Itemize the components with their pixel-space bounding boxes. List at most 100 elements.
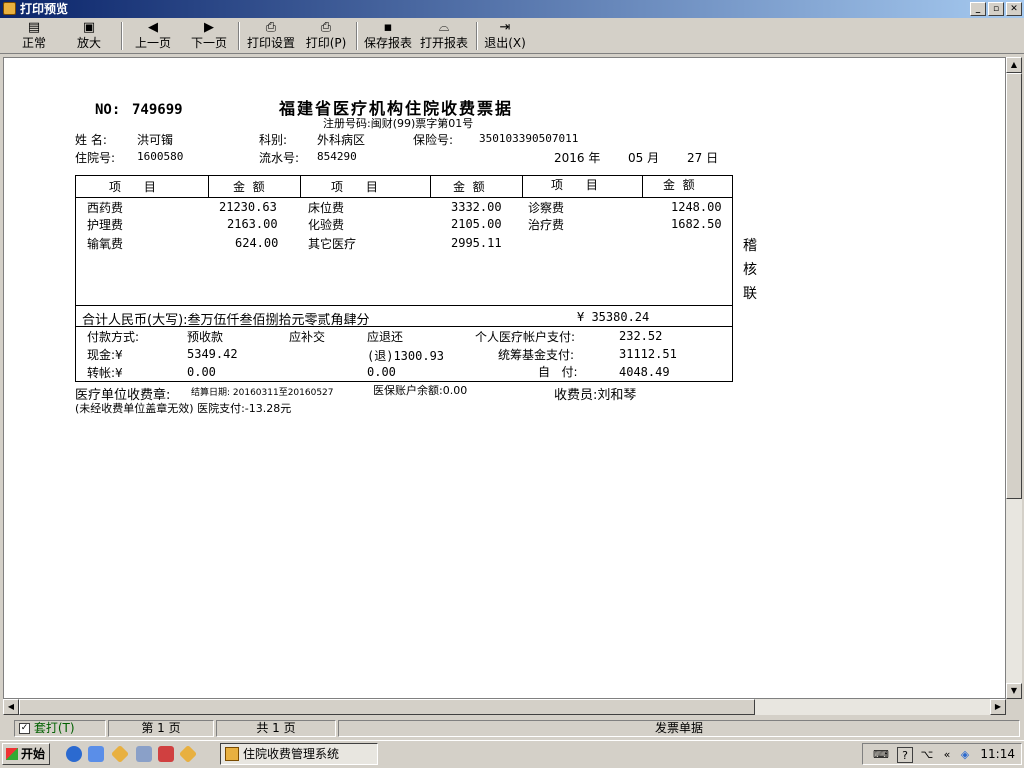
- scroll-down-icon[interactable]: ▼: [1006, 683, 1022, 699]
- status-page-count: 共 1 页: [216, 720, 336, 737]
- self-pay-label: 自 付:: [538, 365, 578, 379]
- receipt-page: NO: 749699 福建省医疗机构住院收费票据 注册号码:闽财(99)票字第0…: [4, 58, 1005, 698]
- fee-item-amount: 624.00: [235, 236, 279, 250]
- start-button[interactable]: 开始: [2, 743, 50, 765]
- table-line: [208, 176, 209, 197]
- print-preview-area: NO: 749699 福建省医疗机构住院收费票据 注册号码:闽财(99)票字第0…: [3, 57, 1006, 699]
- checkbox-checked-icon[interactable]: ✓: [19, 723, 30, 734]
- fee-item-amount: 1248.00: [671, 200, 722, 214]
- tray-expand-icon[interactable]: «: [939, 747, 955, 763]
- copy-label-char: 稽: [743, 238, 757, 254]
- scroll-left-icon[interactable]: ◀: [3, 699, 19, 715]
- network-icon[interactable]: ◈: [957, 747, 973, 763]
- fee-item-amount: 3332.00: [451, 200, 502, 214]
- window-title: 打印预览: [20, 2, 69, 16]
- fund-label: 统筹基金支付:: [498, 348, 575, 362]
- toolbar-separator: [356, 22, 358, 50]
- exit-button[interactable]: ⇥ 退出(X): [482, 20, 528, 52]
- serial-label: 流水号:: [259, 151, 300, 165]
- app-icon: [3, 2, 16, 15]
- cash-label: 现金:¥: [87, 348, 123, 362]
- floppy-disk-icon: ▪: [383, 20, 393, 35]
- status-bar: ✓ 套打(T) 第 1 页 共 1 页 发票单据: [0, 718, 1024, 738]
- taskbar: 开始 住院收费管理系统 ⌨ ? ⌥ « ◈ 11:14: [0, 740, 1024, 768]
- receipt-no: 749699: [132, 102, 183, 118]
- document-icon[interactable]: [136, 746, 152, 762]
- transfer-amount: 0.00: [187, 365, 216, 379]
- table-line: [76, 197, 732, 198]
- fee-item-amount: 2995.11: [451, 236, 502, 250]
- personal-account-label: 个人医疗帐户支付:: [475, 330, 576, 344]
- app-icon: [225, 747, 239, 761]
- patient-name: 洪可镯: [137, 133, 174, 147]
- outlook-icon[interactable]: [88, 746, 104, 762]
- table-line: [522, 176, 523, 197]
- status-page-number: 第 1 页: [108, 720, 214, 737]
- taskbar-item-billing-system[interactable]: 住院收费管理系统: [220, 743, 378, 765]
- fee-item-name: 床位费: [308, 201, 345, 215]
- payment-method-label: 付款方式:: [87, 330, 140, 344]
- clock: 11:14: [980, 747, 1015, 761]
- status-document-name: 发票单据: [338, 720, 1020, 737]
- registration-number: 注册号码:闽财(99)票字第01号: [323, 117, 474, 130]
- insurance-balance: 医保账户余额:0.00: [373, 384, 468, 397]
- arrow-right-icon: ▶: [204, 20, 214, 35]
- col-header-item: 项 目: [551, 178, 598, 192]
- refund-label: 应退还: [367, 330, 404, 344]
- scroll-right-icon[interactable]: ▶: [990, 699, 1006, 715]
- media-icon[interactable]: [158, 746, 174, 762]
- app-shortcut-icon[interactable]: [110, 744, 130, 764]
- cash-amount: 5349.42: [187, 347, 238, 361]
- scroll-up-icon[interactable]: ▲: [1006, 57, 1022, 73]
- prev-page-button[interactable]: ◀ 上一页: [130, 20, 176, 52]
- ie-icon[interactable]: [66, 746, 82, 762]
- fee-item-amount: 2163.00: [227, 217, 278, 231]
- horizontal-scrollbar[interactable]: ◀ ▶: [3, 699, 1006, 715]
- folder-open-icon: ⌓: [438, 20, 450, 35]
- maximize-button[interactable]: ▫: [988, 2, 1004, 16]
- windows-flag-icon: [6, 748, 18, 760]
- insurance-label: 保险号:: [413, 133, 454, 147]
- department: 外科病区: [317, 133, 366, 147]
- total-amount: ¥ 35380.24: [577, 310, 650, 324]
- open-report-button[interactable]: ⌓ 打开报表: [418, 20, 470, 52]
- personal-account-amount: 232.52: [619, 329, 663, 343]
- print-button[interactable]: ⎙ 打印(P): [302, 20, 350, 52]
- vertical-scrollbar[interactable]: ▲ ▼: [1006, 57, 1022, 699]
- minimize-button[interactable]: _: [970, 2, 986, 16]
- validity-note: (未经收费单位盖章无效) 医院支付:-13.28元: [75, 402, 292, 415]
- window-titlebar: 打印预览 _ ▫ ✕: [0, 0, 1024, 18]
- fee-item-name: 输氧费: [87, 237, 124, 251]
- refund-amount: (退)1300.93: [367, 349, 445, 363]
- fund-amount: 31112.51: [619, 347, 677, 361]
- transfer-refund-amount: 0.00: [367, 365, 396, 379]
- horizontal-scroll-thumb[interactable]: [19, 699, 755, 715]
- app-shortcut-icon[interactable]: [178, 744, 198, 764]
- total-in-words: 合计人民币(大写):叁万伍仟叁佰捌拾元零贰角肆分: [82, 313, 370, 328]
- print-setup-button[interactable]: ⎙ 打印设置: [244, 20, 298, 52]
- toolbar-separator: [121, 22, 123, 50]
- fee-item-name: 其它医疗: [308, 237, 357, 251]
- overlay-print-checkbox[interactable]: ✓ 套打(T): [14, 720, 106, 737]
- fee-item-amount: 21230.63: [219, 200, 277, 214]
- prepaid-label: 预收款: [187, 330, 224, 344]
- dept-label: 科别:: [259, 133, 288, 147]
- copy-label-char: 核: [743, 262, 757, 278]
- fee-item-name: 西药费: [87, 201, 124, 215]
- table-line: [300, 176, 301, 197]
- col-header-item: 项 目: [109, 180, 156, 194]
- keyboard-icon[interactable]: ⌨: [873, 747, 889, 763]
- vertical-scroll-thumb[interactable]: [1006, 73, 1022, 499]
- input-method-icon[interactable]: ⌥: [919, 747, 935, 763]
- insurance-number: 350103390507011: [479, 132, 579, 145]
- name-label: 姓 名:: [75, 133, 107, 147]
- fee-item-name: 治疗费: [528, 218, 565, 232]
- normal-button[interactable]: ▤ 正常: [12, 20, 56, 52]
- fee-item-name: 化验费: [308, 218, 345, 232]
- next-page-button[interactable]: ▶ 下一页: [186, 20, 232, 52]
- fee-item-name: 护理费: [87, 218, 124, 232]
- save-report-button[interactable]: ▪ 保存报表: [362, 20, 414, 52]
- help-icon[interactable]: ?: [897, 747, 913, 763]
- close-button[interactable]: ✕: [1006, 2, 1022, 16]
- zoom-button[interactable]: ▣ 放大: [66, 20, 112, 52]
